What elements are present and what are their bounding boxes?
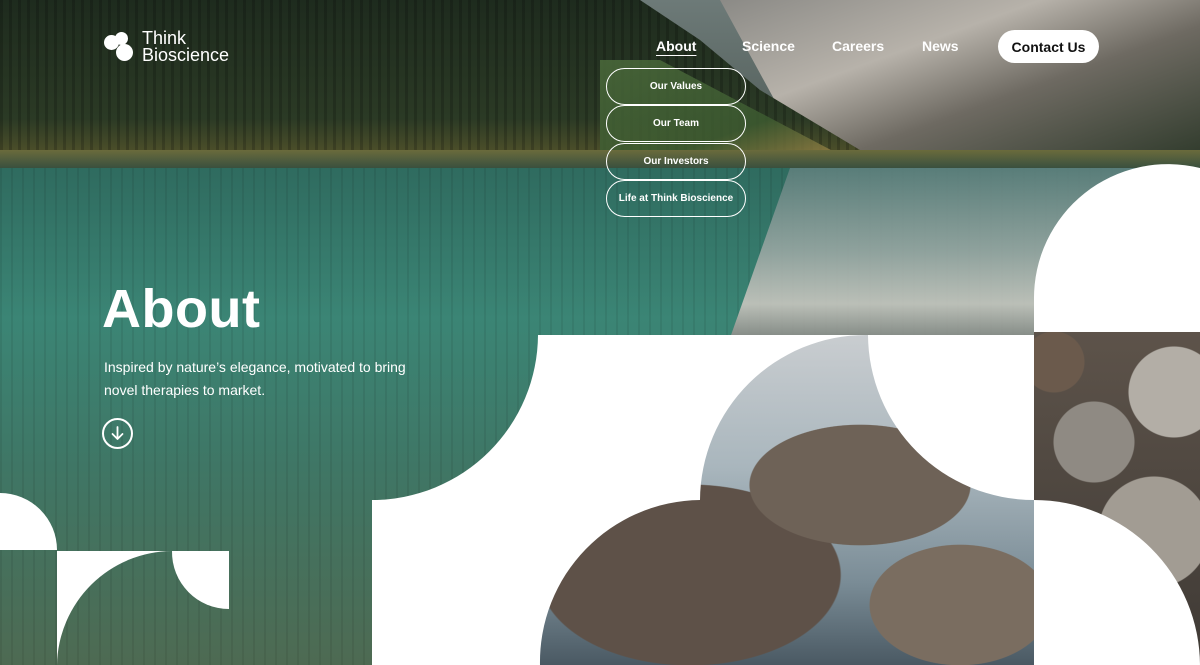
mountain-reflection — [730, 168, 1200, 338]
nav-careers[interactable]: Careers — [832, 38, 884, 54]
hero-subtitle: Inspired by nature’s elegance, motivated… — [104, 359, 406, 398]
submenu-life-at-think-bioscience[interactable]: Life at Think Bioscience — [606, 180, 746, 217]
contact-us-button[interactable]: Contact Us — [998, 30, 1099, 63]
submenu-our-values[interactable]: Our Values — [606, 68, 746, 105]
nav-science[interactable]: Science — [742, 38, 795, 54]
nav-news[interactable]: News — [922, 38, 959, 54]
submenu-our-team[interactable]: Our Team — [606, 105, 746, 142]
rocks-photo-right — [1034, 332, 1200, 665]
brand-name-line2: Bioscience — [142, 45, 230, 65]
brand-logo[interactable]: Think Bioscience — [104, 29, 230, 65]
molecule-logo-icon — [104, 32, 134, 62]
submenu-our-investors[interactable]: Our Investors — [606, 143, 746, 180]
brand-name: Think Bioscience — [142, 29, 230, 65]
page-title: About — [102, 279, 261, 339]
arrow-down-circle-icon — [111, 426, 124, 440]
scroll-down-button[interactable] — [102, 418, 133, 449]
nav-about[interactable]: About — [656, 38, 696, 54]
rocks-photo-center — [540, 335, 1034, 665]
